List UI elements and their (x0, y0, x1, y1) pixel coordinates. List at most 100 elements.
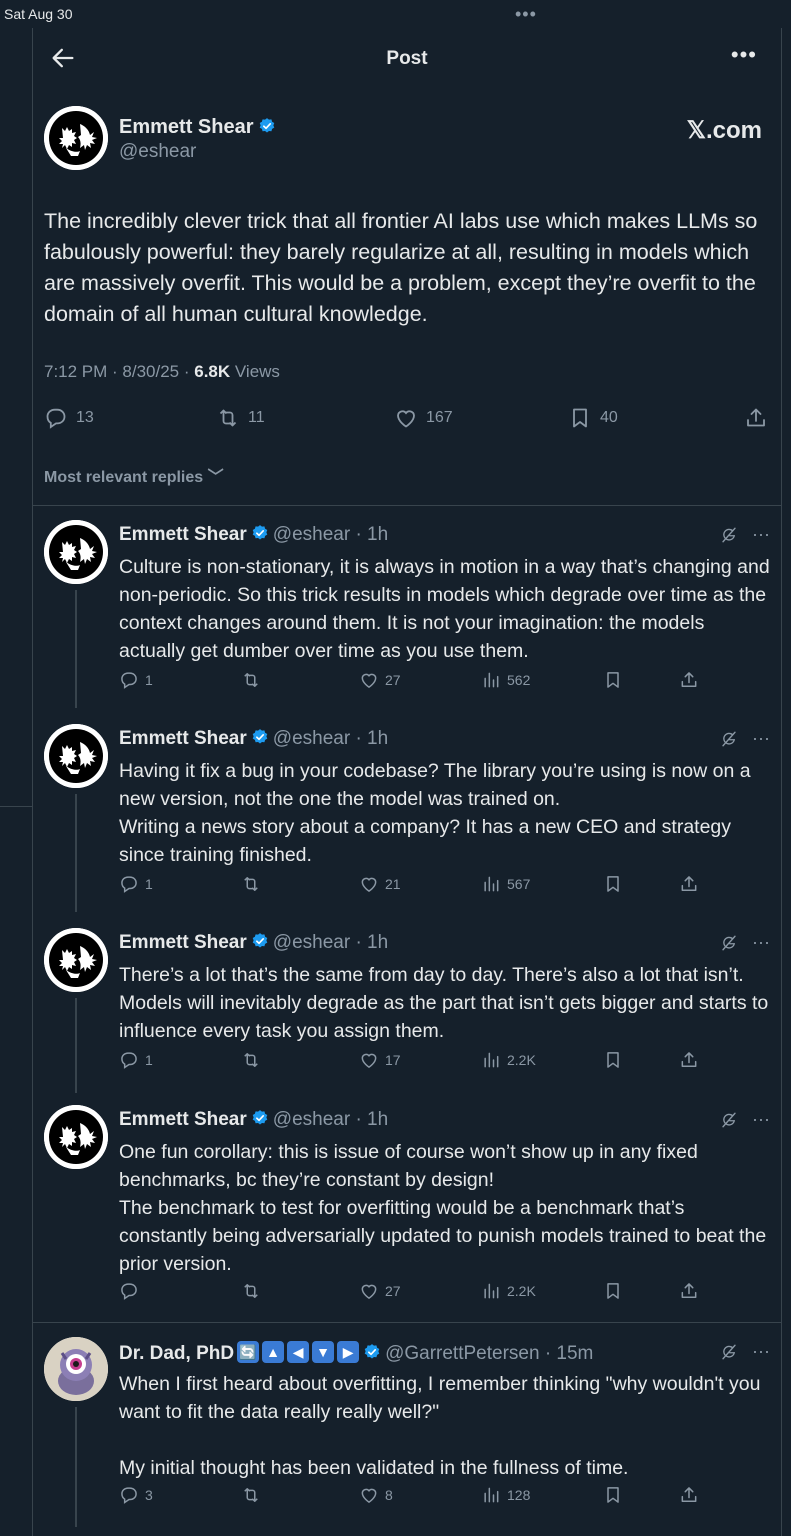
more-options-icon[interactable]: ··· (752, 1341, 770, 1362)
bookmark-button[interactable] (603, 1050, 623, 1070)
grok-icon[interactable] (720, 1343, 738, 1361)
avatar[interactable] (44, 1337, 108, 1401)
more-options-icon[interactable]: ··· (752, 728, 770, 749)
reply-author-name[interactable]: Emmett Shear (119, 524, 247, 545)
bookmark-icon (568, 406, 592, 430)
like-button[interactable]: 8 (359, 1485, 393, 1505)
avatar[interactable] (44, 724, 108, 788)
source-label: 𝕏.com (686, 117, 762, 144)
emoji-badge-icon: ▶ (337, 1341, 360, 1363)
views-button[interactable]: 562 (481, 670, 530, 690)
views-icon (481, 1281, 501, 1301)
more-options-icon[interactable]: ••• (731, 42, 757, 68)
bookmark-button[interactable] (603, 1485, 623, 1505)
reply-button[interactable]: 3 (119, 1485, 153, 1505)
thread-line (75, 590, 77, 708)
reply-item[interactable]: Emmett Shear @eshear · 1h ··· There’s a l… (44, 918, 770, 1093)
more-options-icon[interactable]: ··· (752, 1109, 770, 1130)
avatar[interactable] (44, 928, 108, 992)
views-button[interactable]: 2.2K (481, 1281, 536, 1301)
reply-item[interactable]: Emmett Shear @eshear · 1h ··· Having it f… (44, 714, 770, 914)
reply-count: 1 (145, 672, 153, 688)
like-button[interactable]: 21 (359, 874, 401, 894)
share-icon (679, 1050, 699, 1070)
more-options-icon[interactable]: ··· (752, 524, 770, 545)
grok-icon[interactable] (720, 526, 738, 544)
reply-icon (119, 1485, 139, 1505)
reply-handle[interactable]: @GarrettPetersen · 15m (385, 1343, 593, 1364)
repost-button[interactable] (241, 670, 261, 690)
share-button[interactable] (744, 406, 768, 430)
repost-icon (241, 1281, 261, 1301)
reply-text: Having it fix a bug in your codebase? Th… (119, 760, 751, 866)
verified-badge-icon (251, 1109, 269, 1127)
author-name-row[interactable]: Emmett Shear (119, 116, 276, 139)
reply-text: When I first heard about overfitting, I … (119, 1373, 761, 1479)
repost-button[interactable] (241, 1050, 261, 1070)
repost-icon (241, 670, 261, 690)
grok-icon[interactable] (720, 934, 738, 952)
reply-author-name[interactable]: Emmett Shear (119, 1109, 247, 1130)
thread-line (75, 1407, 77, 1527)
reply-button[interactable]: 1 (119, 874, 153, 894)
repost-button[interactable] (241, 874, 261, 894)
avatar[interactable] (44, 106, 108, 170)
reply-button[interactable]: 1 (119, 1050, 153, 1070)
bookmark-icon (603, 1485, 623, 1505)
like-count: 8 (385, 1487, 393, 1503)
bookmark-icon (603, 670, 623, 690)
share-button[interactable] (679, 1485, 699, 1505)
reply-button[interactable]: 1 (119, 670, 153, 690)
bookmark-button[interactable] (603, 874, 623, 894)
reply-item[interactable]: Emmett Shear @eshear · 1h ··· One fun cor… (44, 1095, 770, 1310)
emoji-badge-icon: 🔄 (237, 1341, 260, 1363)
like-button[interactable]: 27 (359, 670, 401, 690)
share-button[interactable] (679, 1281, 699, 1301)
reply-handle[interactable]: @eshear · 1h (273, 728, 388, 749)
reply-top-icons: ··· (720, 524, 770, 545)
post-author: Emmett Shear @eshear 𝕏.com (44, 106, 766, 176)
views-button[interactable]: 2.2K (481, 1050, 536, 1070)
views-label: Views (230, 362, 280, 381)
share-button[interactable] (679, 874, 699, 894)
grok-icon[interactable] (720, 730, 738, 748)
reply-icon (119, 874, 139, 894)
views-count: 562 (507, 672, 531, 688)
repost-button[interactable] (241, 1281, 261, 1301)
right-rail (781, 28, 782, 1536)
reply-button[interactable] (119, 1281, 139, 1301)
repost-button[interactable]: 11 (216, 406, 265, 430)
share-button[interactable] (679, 1050, 699, 1070)
reply-handle[interactable]: @eshear · 1h (273, 1109, 388, 1130)
share-button[interactable] (679, 670, 699, 690)
reply-item[interactable]: Dr. Dad, PhD 🔄 ▲ ◀ ▼ ▶ @GarrettPetersen · 15m … (44, 1327, 770, 1527)
avatar[interactable] (44, 1105, 108, 1169)
like-button[interactable]: 27 (359, 1281, 401, 1301)
multitask-dots-icon[interactable]: ••• (515, 4, 537, 25)
reply-handle[interactable]: @eshear · 1h (273, 524, 388, 545)
grok-icon[interactable] (720, 1111, 738, 1129)
reply-author-name[interactable]: Emmett Shear (119, 932, 247, 953)
views-count: 6.8K (194, 362, 231, 381)
share-icon (679, 670, 699, 690)
bookmark-button[interactable]: 40 (568, 406, 618, 430)
reply-item[interactable]: Emmett Shear @eshear · 1h ··· Culture is … (44, 510, 770, 710)
reply-author-name[interactable]: Emmett Shear (119, 728, 247, 749)
avatar[interactable] (44, 520, 108, 584)
author-name[interactable]: Emmett Shear (119, 116, 254, 138)
more-options-icon[interactable]: ··· (752, 932, 770, 953)
repost-icon (241, 1050, 261, 1070)
author-handle[interactable]: @eshear (119, 141, 196, 163)
reply-author-name[interactable]: Dr. Dad, PhD (119, 1343, 234, 1364)
like-button[interactable]: 17 (359, 1050, 401, 1070)
reply-sort-dropdown[interactable]: Most relevant replies ﹀ (44, 463, 224, 487)
like-button[interactable]: 167 (394, 406, 453, 430)
bookmark-button[interactable] (603, 1281, 623, 1301)
views-button[interactable]: 128 (481, 1485, 530, 1505)
reply-button[interactable]: 13 (44, 406, 94, 430)
bookmark-button[interactable] (603, 670, 623, 690)
repost-button[interactable] (241, 1485, 261, 1505)
views-button[interactable]: 567 (481, 874, 530, 894)
reply-handle[interactable]: @eshear · 1h (273, 932, 388, 953)
post-actions: 13 11 167 40 (44, 404, 768, 434)
